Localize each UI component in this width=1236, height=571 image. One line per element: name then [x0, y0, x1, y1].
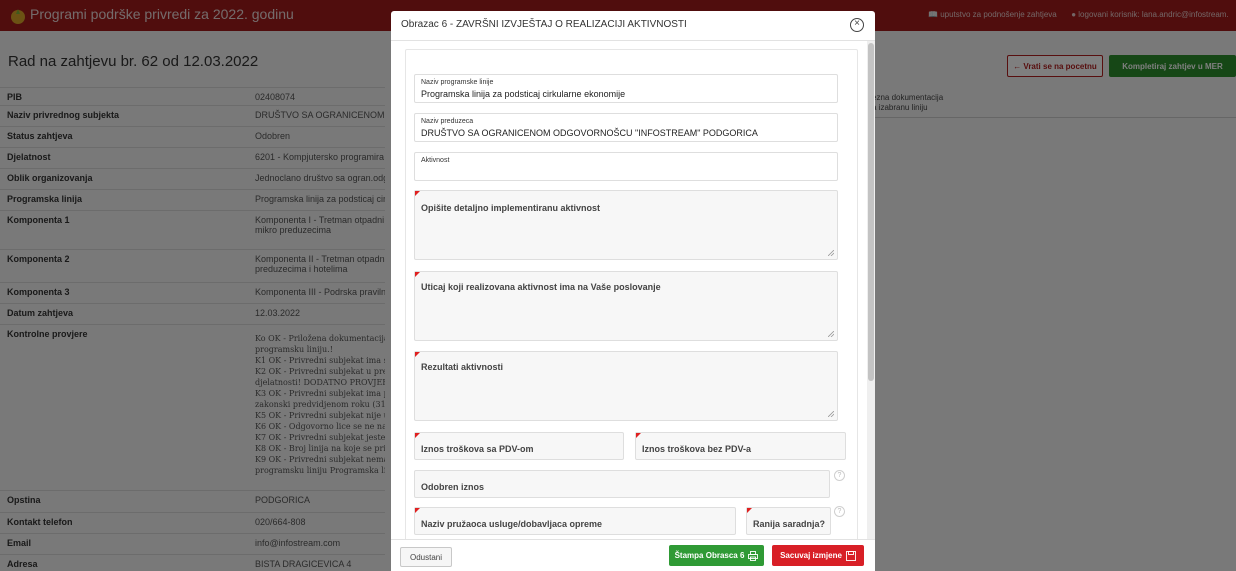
- field-label: Uticaj koji realizovana aktivnost ima na…: [421, 282, 661, 292]
- print-form-button[interactable]: Štampa Obrasca 6: [669, 545, 764, 566]
- close-icon[interactable]: ×: [850, 18, 864, 32]
- printer-icon: [748, 550, 759, 561]
- modal-body: Naziv programske linije Programska linij…: [391, 41, 875, 539]
- field-label: Iznos troškova sa PDV-om: [421, 444, 534, 454]
- save-changes-button[interactable]: Sacuvaj izmjene: [772, 545, 864, 566]
- cancel-button[interactable]: Odustani: [400, 547, 452, 567]
- modal-title: Obrazac 6 - ZAVRŠNI IZVJEŠTAJ O REALIZAC…: [401, 19, 687, 30]
- previous-cooperation-field[interactable]: Ranija saradnja?: [746, 507, 831, 535]
- field-label: Ranija saradnja?: [753, 519, 826, 529]
- save-icon: [845, 550, 856, 561]
- save-button-label: Sacuvaj izmjene: [780, 551, 842, 560]
- required-marker-icon: [415, 191, 420, 196]
- required-marker-icon: [747, 508, 752, 513]
- field-label: Naziv programske linije: [421, 79, 494, 86]
- required-marker-icon: [415, 272, 420, 277]
- company-name-value: DRUŠTVO SA OGRANICENOM ODGOVORNOŠCU "INF…: [421, 128, 758, 138]
- field-label: Naziv pružaoca usluge/dobavljaca opreme: [421, 519, 603, 529]
- help-icon[interactable]: ?: [834, 506, 845, 517]
- activity-field[interactable]: Aktivnost: [414, 152, 838, 181]
- field-label: Naziv preduzeca: [421, 118, 474, 125]
- modal-header: Obrazac 6 - ZAVRŠNI IZVJEŠTAJ O REALIZAC…: [391, 11, 875, 41]
- modal-scrollbar-thumb[interactable]: [868, 43, 874, 381]
- field-label: Rezultati aktivnosti: [421, 362, 504, 372]
- report-form: Naziv programske linije Programska linij…: [405, 49, 858, 539]
- modal-footer: Odustani Štampa Obrasca 6 Sacuvaj izmjen…: [391, 539, 875, 571]
- program-line-field[interactable]: Naziv programske linije Programska linij…: [414, 74, 838, 103]
- cost-without-vat-field[interactable]: Iznos troškova bez PDV-a: [635, 432, 846, 460]
- activity-results-textarea[interactable]: Rezultati aktivnosti: [414, 351, 838, 421]
- business-impact-textarea[interactable]: Uticaj koji realizovana aktivnost ima na…: [414, 271, 838, 341]
- company-name-field[interactable]: Naziv preduzeca DRUŠTVO SA OGRANICENOM O…: [414, 113, 838, 142]
- supplier-name-field[interactable]: Naziv pružaoca usluge/dobavljaca opreme: [414, 507, 736, 535]
- resize-handle-icon[interactable]: [828, 331, 834, 337]
- program-line-value: Programska linija za podsticaj cirkularn…: [421, 89, 626, 99]
- help-icon[interactable]: ?: [834, 470, 845, 481]
- approved-amount-field[interactable]: Odobren iznos: [414, 470, 830, 498]
- resize-handle-icon[interactable]: [828, 411, 834, 417]
- required-marker-icon: [636, 433, 641, 438]
- field-label: Aktivnost: [421, 157, 450, 164]
- required-marker-icon: [415, 352, 420, 357]
- cost-with-vat-field[interactable]: Iznos troškova sa PDV-om: [414, 432, 624, 460]
- resize-handle-icon[interactable]: [828, 250, 834, 256]
- field-label: Iznos troškova bez PDV-a: [642, 444, 752, 454]
- field-label: Opišite detaljno implementiranu aktivnos…: [421, 203, 601, 213]
- required-marker-icon: [415, 433, 420, 438]
- print-button-label: Štampa Obrasca 6: [674, 551, 745, 560]
- required-marker-icon: [415, 508, 420, 513]
- report-modal: Obrazac 6 - ZAVRŠNI IZVJEŠTAJ O REALIZAC…: [391, 11, 875, 571]
- activity-description-textarea[interactable]: Opišite detaljno implementiranu aktivnos…: [414, 190, 838, 260]
- field-label: Odobren iznos: [421, 482, 484, 492]
